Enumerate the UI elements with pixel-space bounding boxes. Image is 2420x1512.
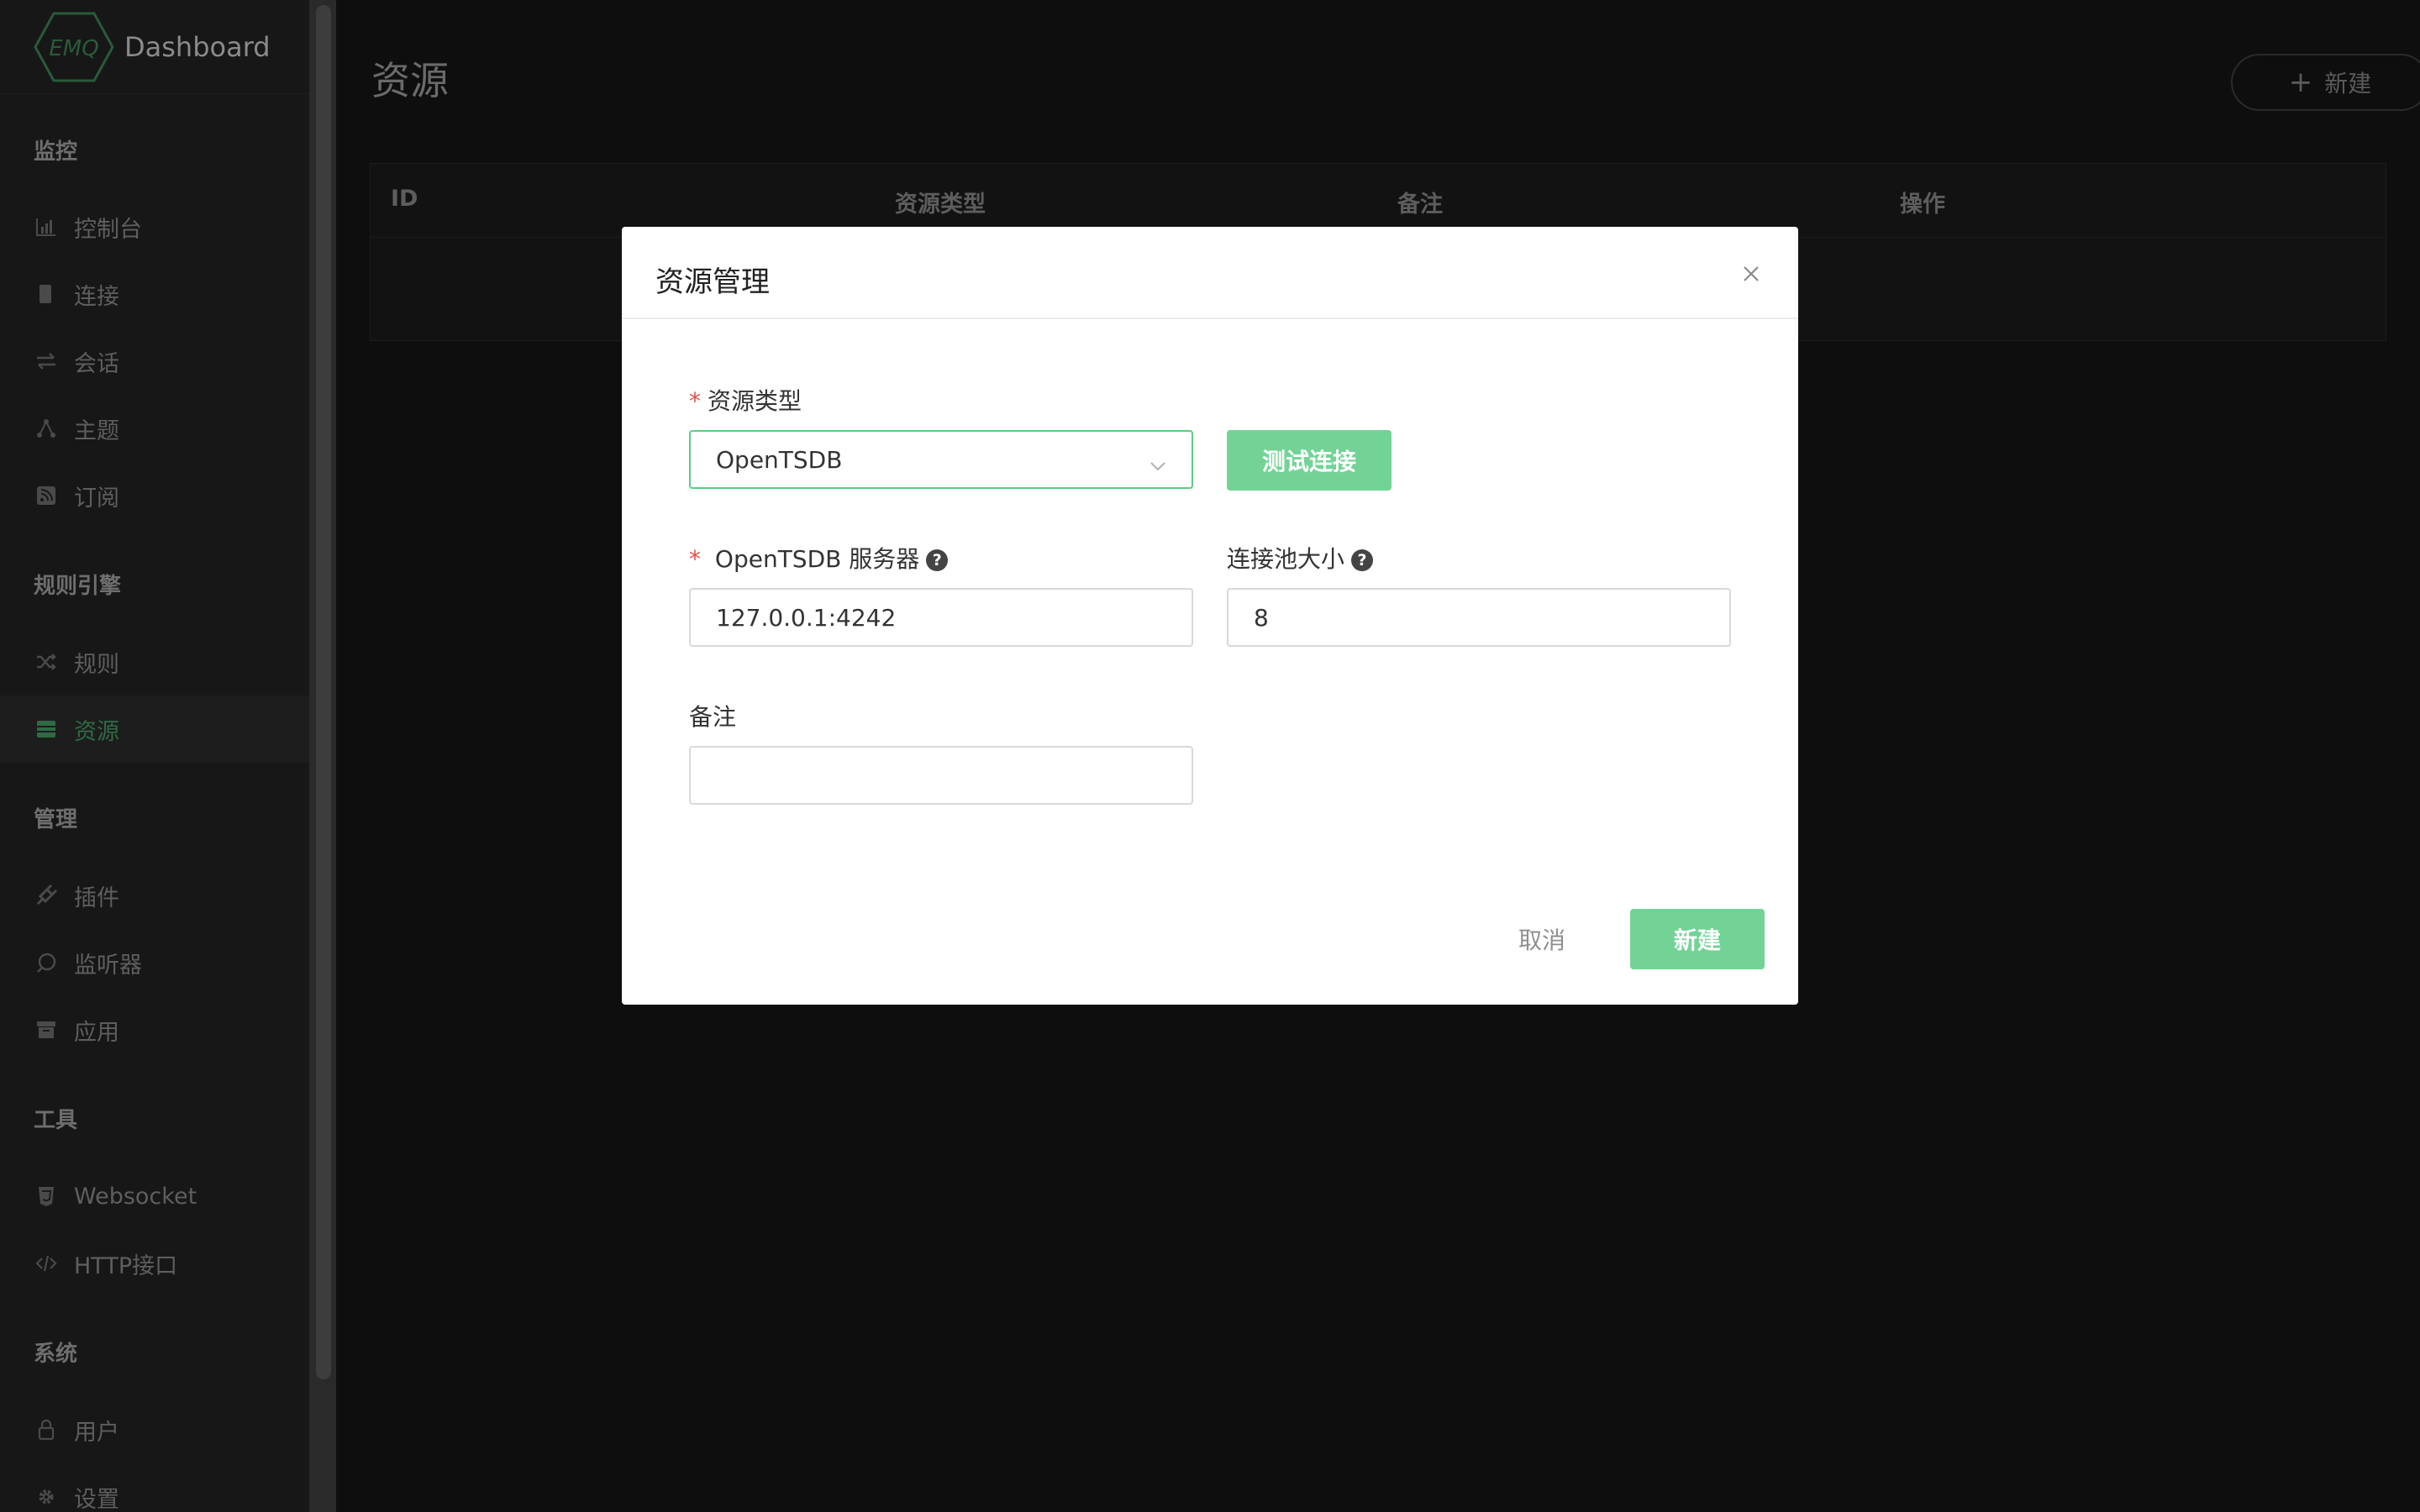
required-mark: *	[689, 387, 701, 415]
test-connection-button[interactable]: 测试连接	[1227, 430, 1392, 491]
pool-size-input-value: 8	[1254, 603, 1269, 632]
create-button[interactable]: 新建	[1630, 909, 1765, 969]
pool-size-label: 连接池大小?	[1227, 541, 1374, 575]
remark-input[interactable]	[689, 746, 1193, 805]
cancel-button[interactable]: 取消	[1496, 909, 1588, 969]
app-root: EMQ Dashboard 监控 控制台 连接 会话 主题 订阅 规则引擎 规则…	[0, 0, 2420, 1512]
required-mark: *	[689, 545, 701, 573]
help-icon[interactable]: ?	[926, 549, 949, 571]
resource-type-value: OpenTSDB	[716, 445, 843, 474]
chevron-down-icon	[1148, 452, 1168, 471]
resource-type-label: * 资源类型	[689, 383, 802, 417]
dialog-header: 资源管理	[622, 227, 1798, 319]
resource-type-select[interactable]: OpenTSDB	[689, 430, 1193, 489]
server-label-text: OpenTSDB 服务器	[714, 545, 920, 573]
pool-size-label-text: 连接池大小	[1227, 545, 1345, 573]
dialog-title: 资源管理	[655, 265, 770, 299]
help-icon[interactable]: ?	[1351, 549, 1374, 571]
remark-label: 备注	[689, 703, 737, 731]
resource-type-label-text: 资源类型	[708, 387, 802, 415]
server-input[interactable]: 127.0.0.1:4242	[689, 588, 1193, 647]
pool-size-input[interactable]: 8	[1227, 588, 1731, 647]
resource-dialog: 资源管理 * 资源类型 OpenTSDB 测试连接 * OpenTSDB 服务器?…	[622, 227, 1798, 1005]
server-input-value: 127.0.0.1:4242	[716, 603, 897, 632]
server-label: * OpenTSDB 服务器?	[689, 541, 949, 575]
close-icon[interactable]	[1738, 260, 1765, 287]
